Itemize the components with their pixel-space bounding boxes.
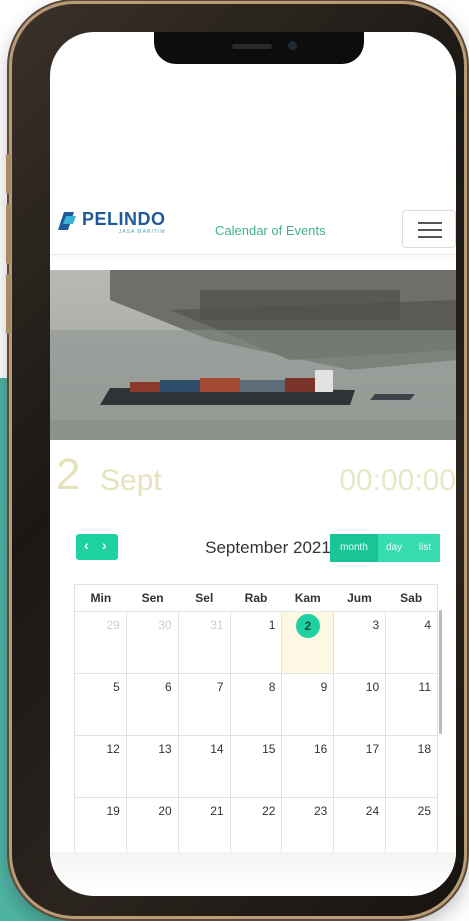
weekday-label: Min	[90, 591, 112, 605]
calendar-day[interactable]: 20	[126, 798, 179, 860]
camera-icon	[288, 41, 297, 50]
calendar-day[interactable]: 7	[178, 674, 231, 736]
view-list-button[interactable]: list	[410, 534, 440, 562]
calendar-day[interactable]: 10	[334, 674, 387, 736]
footer-area	[50, 852, 456, 892]
calendar-toolbar: ‹ › September 2021 month day list	[50, 532, 456, 562]
calendar-day[interactable]: 4	[386, 612, 439, 674]
weekday-label: Rab	[244, 591, 268, 605]
hamburger-icon	[418, 222, 442, 224]
calendar-day[interactable]: 17	[334, 736, 387, 798]
day-number: 24	[365, 804, 380, 818]
day-number: 1	[268, 618, 276, 632]
calendar-day[interactable]: 15	[230, 736, 283, 798]
calendar-day[interactable]: 24	[334, 798, 387, 860]
calendar-day[interactable]: 25	[386, 798, 439, 860]
day-number: 11	[418, 680, 432, 694]
calendar-grid: Min Sen Sel Rab Kam Jum Sab 29 30 31 1 2 3 4 5 6…	[74, 584, 439, 860]
calendar-day[interactable]: 21	[178, 798, 231, 860]
calendar-week-row: 12 13 14 15 16 17 18	[74, 736, 439, 798]
calendar-day-today[interactable]: 2	[282, 612, 335, 674]
date-day: 2	[56, 450, 81, 499]
notch	[154, 32, 364, 64]
day-number: 29	[106, 618, 120, 632]
phone-screen: PELINDO JASA MARITIM Calendar of Events	[50, 32, 456, 896]
day-number: 22	[262, 804, 276, 818]
hamburger-menu-button[interactable]	[402, 210, 456, 248]
view-month-button[interactable]: month	[330, 534, 378, 562]
calendar-scrollbar[interactable]	[439, 610, 442, 734]
calendar-day[interactable]: 6	[126, 674, 179, 736]
pelindo-logo[interactable]: PELINDO JASA MARITIM	[54, 210, 166, 235]
calendar-day[interactable]: 11	[386, 674, 439, 736]
mute-button	[6, 274, 11, 334]
day-number: 10	[365, 680, 380, 694]
day-number: 25	[417, 804, 432, 818]
calendar-day[interactable]: 13	[126, 736, 179, 798]
calendar-day[interactable]: 31	[178, 612, 231, 674]
day-number: 14	[210, 742, 224, 756]
weekday-header: Min Sen Sel Rab Kam Jum Sab	[74, 584, 438, 611]
calendar-day[interactable]: 16	[282, 736, 335, 798]
date-month: Sept	[100, 464, 162, 497]
day-number: 19	[106, 804, 120, 818]
day-number: 7	[216, 680, 224, 694]
page-title[interactable]: Calendar of Events	[215, 223, 326, 238]
day-number: 30	[158, 618, 172, 632]
logo-name: PELINDO	[82, 209, 166, 229]
day-number: 13	[158, 742, 172, 756]
day-number: 2	[295, 614, 320, 638]
app-header: PELINDO JASA MARITIM Calendar of Events	[50, 182, 456, 255]
day-number: 18	[417, 742, 432, 756]
day-number: 3	[372, 618, 380, 632]
calendar-day[interactable]: 23	[282, 798, 335, 860]
weekday-label: Sab	[400, 591, 423, 605]
calendar-day[interactable]: 29	[75, 612, 127, 674]
day-number: 15	[262, 742, 276, 756]
weekday-label: Kam	[294, 591, 321, 605]
day-number: 21	[210, 804, 224, 818]
calendar-week-row: 29 30 31 1 2 3 4	[74, 612, 439, 674]
calendar-week-row: 19 20 21 22 23 24 25	[74, 798, 439, 860]
logo-subtitle: JASA MARITIM	[118, 229, 166, 235]
weekday-label: Jum	[347, 591, 372, 605]
current-date-display: 2 Sept 00:00:00	[50, 442, 456, 504]
view-switcher: month day list	[330, 534, 440, 562]
day-number: 23	[313, 804, 328, 818]
calendar-week-row: 5 6 7 8 9 10 11	[74, 674, 439, 736]
pelindo-logo-icon	[58, 212, 76, 230]
day-number: 9	[320, 680, 328, 694]
calendar-day[interactable]: 14	[178, 736, 231, 798]
volume-down-button	[6, 204, 11, 264]
day-number: 17	[365, 742, 380, 756]
calendar-day[interactable]: 5	[75, 674, 127, 736]
calendar-day[interactable]: 19	[75, 798, 127, 860]
calendar-day[interactable]: 3	[334, 612, 387, 674]
day-number: 4	[424, 618, 432, 632]
calendar-day[interactable]: 1	[230, 612, 283, 674]
day-number: 12	[106, 742, 120, 756]
view-day-button[interactable]: day	[378, 534, 410, 562]
weekday-label: Sel	[195, 591, 214, 605]
speaker-icon	[232, 44, 272, 49]
phone-frame: PELINDO JASA MARITIM Calendar of Events	[6, 4, 464, 916]
weekday-label: Sen	[141, 591, 164, 605]
volume-up-button	[6, 154, 11, 194]
calendar-day[interactable]: 9	[282, 674, 335, 736]
calendar-day[interactable]: 22	[230, 798, 283, 860]
calendar-day[interactable]: 8	[230, 674, 283, 736]
calendar-day[interactable]: 30	[126, 612, 179, 674]
day-number: 6	[165, 680, 172, 694]
day-number: 5	[113, 680, 120, 694]
day-number: 20	[158, 804, 172, 818]
hero-port-image	[50, 270, 456, 440]
day-number: 31	[210, 618, 224, 632]
calendar-day[interactable]: 12	[75, 736, 127, 798]
day-number: 16	[313, 742, 328, 756]
calendar-day[interactable]: 18	[386, 736, 439, 798]
clock-time: 00:00:00	[339, 464, 456, 497]
day-number: 8	[268, 680, 276, 694]
